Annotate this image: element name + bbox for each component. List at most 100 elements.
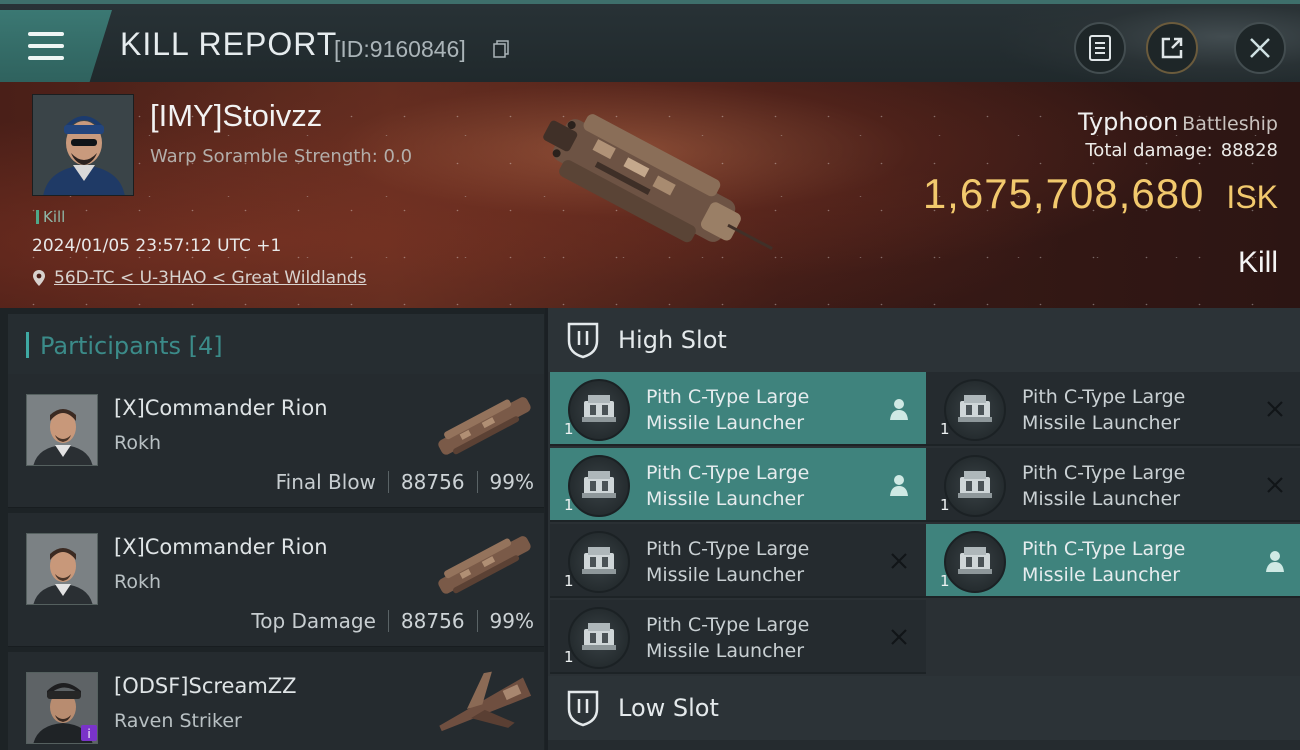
- module-quantity: 1: [564, 648, 574, 666]
- pilot-avatar-icon: [27, 534, 97, 604]
- divider: [476, 610, 478, 632]
- module-name-line2: Missile Launcher: [646, 488, 805, 510]
- x-icon: [1262, 396, 1288, 422]
- victim-panel: [IMY]Stoivzz Warp Soramble Strength: 0.0…: [0, 82, 1300, 308]
- module-name: Pith C-Type Large Missile Launcher: [1022, 384, 1252, 436]
- missile-launcher-icon: [568, 455, 630, 517]
- module-name: Pith C-Type Large Missile Launcher: [1022, 460, 1252, 512]
- high-slot-title: High Slot: [618, 326, 727, 354]
- participant-role: Final Blow: [275, 470, 376, 494]
- low-slot-header: Low Slot: [548, 676, 1300, 740]
- close-button[interactable]: [1234, 22, 1286, 74]
- module-name-line1: Pith C-Type Large: [1022, 538, 1186, 560]
- copy-icon[interactable]: [493, 40, 509, 58]
- missile-launcher-icon: [944, 531, 1006, 593]
- participant-name[interactable]: [X]Commander Rion: [114, 396, 328, 420]
- participant-row[interactable]: [X]Commander Rion Rokh Top Damage 88756 …: [8, 513, 544, 647]
- module-name: Pith C-Type Large Missile Launcher: [646, 460, 876, 512]
- total-damage-label: Total damage:: [1085, 140, 1213, 161]
- divider: [476, 471, 478, 493]
- module-name-line1: Pith C-Type Large: [646, 538, 810, 560]
- participant-ship-image[interactable]: [428, 662, 540, 744]
- participant-ship-image[interactable]: [428, 384, 540, 466]
- missile-launcher-icon: [568, 531, 630, 593]
- location-link[interactable]: 56D-TC < U-3HAO < Great Wildlands: [32, 268, 367, 288]
- victim-name[interactable]: [IMY]Stoivzz: [150, 98, 322, 134]
- victim-ship-name[interactable]: Typhoon Battleship: [1078, 108, 1278, 136]
- kill-timestamp: 2024/01/05 23:57:12 UTC +1: [32, 236, 282, 256]
- victim-ship-image[interactable]: [520, 92, 790, 292]
- module-tile[interactable]: 1 Pith C-Type Large Missile Launcher: [550, 524, 926, 598]
- ship-class: Battleship: [1182, 113, 1278, 135]
- participants-panel: Participants [4] [X]Commander Rion Rokh: [0, 308, 545, 750]
- victim-portrait[interactable]: [32, 94, 134, 196]
- module-tile[interactable]: 1 Pith C-Type Large Missile Launcher: [550, 600, 926, 674]
- participant-ship: Rokh: [114, 571, 162, 593]
- report-id: [ID:9160846]: [334, 36, 466, 62]
- isk-value: 1,675,708,680 ISK: [923, 170, 1278, 218]
- pilot-avatar-icon: [33, 95, 133, 195]
- total-damage-value: 88828: [1220, 140, 1278, 161]
- kill-result: Kill: [1237, 246, 1278, 279]
- participant-name[interactable]: [ODSF]ScreamZZ: [114, 674, 297, 698]
- participant-percent: 99%: [489, 470, 534, 494]
- participant-stats: Final Blow 88756 99%: [276, 470, 534, 494]
- module-name-line2: Missile Launcher: [646, 412, 805, 434]
- module-tile[interactable]: 1 Pith C-Type Large Missile Launcher: [926, 448, 1300, 522]
- avatar[interactable]: i: [26, 672, 98, 744]
- participant-ship-image[interactable]: [428, 523, 540, 605]
- module-quantity: 1: [940, 572, 950, 590]
- hamburger-icon: [28, 32, 64, 60]
- share-button[interactable]: [1146, 22, 1198, 74]
- module-quantity: 1: [940, 420, 950, 438]
- notes-button[interactable]: [1074, 22, 1126, 74]
- module-name-line2: Missile Launcher: [1022, 564, 1181, 586]
- module-name-line2: Missile Launcher: [1022, 488, 1181, 510]
- shield-icon: [567, 322, 599, 359]
- low-slot-title: Low Slot: [618, 694, 719, 722]
- module-tile[interactable]: 1 Pith C-Type Large Missile Launcher: [550, 372, 926, 446]
- module-name-line1: Pith C-Type Large: [1022, 462, 1186, 484]
- participants-title: Participants [4]: [40, 332, 223, 360]
- person-icon: [886, 472, 912, 498]
- pilot-avatar-icon: [27, 395, 97, 465]
- page-title: KILL REPORT: [120, 26, 338, 62]
- module-tile[interactable]: 1 Pith C-Type Large Missile Launcher: [550, 448, 926, 522]
- module-tile[interactable]: 1 Pith C-Type Large Missile Launcher: [926, 372, 1300, 446]
- participant-name[interactable]: [X]Commander Rion: [114, 535, 328, 559]
- person-icon: [886, 396, 912, 422]
- participant-row[interactable]: [X]Commander Rion Rokh Final Blow 88756 …: [8, 374, 544, 508]
- x-icon: [886, 624, 912, 650]
- module-name: Pith C-Type Large Missile Launcher: [646, 612, 876, 664]
- module-name-line1: Pith C-Type Large: [646, 614, 810, 636]
- x-icon: [886, 548, 912, 574]
- participant-ship: Raven Striker: [114, 710, 242, 732]
- module-quantity: 1: [940, 496, 950, 514]
- svg-text:i: i: [87, 727, 90, 741]
- participant-row[interactable]: i [ODSF]ScreamZZ Raven Striker: [8, 652, 544, 750]
- participant-role: Top Damage: [251, 609, 376, 633]
- share-icon: [1161, 37, 1183, 59]
- participant-stats: Top Damage 88756 99%: [251, 609, 534, 633]
- location-text: 56D-TC < U-3HAO < Great Wildlands: [54, 268, 367, 288]
- module-name: Pith C-Type Large Missile Launcher: [646, 536, 876, 588]
- menu-button[interactable]: [0, 10, 112, 82]
- module-quantity: 1: [564, 420, 574, 438]
- participants-header: Participants [4]: [8, 314, 544, 374]
- notes-icon: [1089, 35, 1111, 61]
- module-name-line2: Missile Launcher: [646, 640, 805, 662]
- location-pin-icon: [33, 270, 45, 286]
- participants-accent-bar: [26, 332, 29, 358]
- module-tile[interactable]: 1 Pith C-Type Large Missile Launcher: [926, 524, 1300, 598]
- divider: [387, 610, 389, 632]
- module-name-line2: Missile Launcher: [1022, 412, 1181, 434]
- avatar[interactable]: [26, 533, 98, 605]
- shield-icon: [567, 690, 599, 727]
- module-name-line1: Pith C-Type Large: [1022, 386, 1186, 408]
- fitting-panel: High Slot 1 Pith C-Type Large Missile Laun…: [548, 308, 1300, 750]
- module-name: Pith C-Type Large Missile Launcher: [1022, 536, 1252, 588]
- isk-amount: 1,675,708,680: [922, 170, 1205, 217]
- missile-launcher-icon: [944, 455, 1006, 517]
- participant-damage: 88756: [400, 470, 465, 494]
- avatar[interactable]: [26, 394, 98, 466]
